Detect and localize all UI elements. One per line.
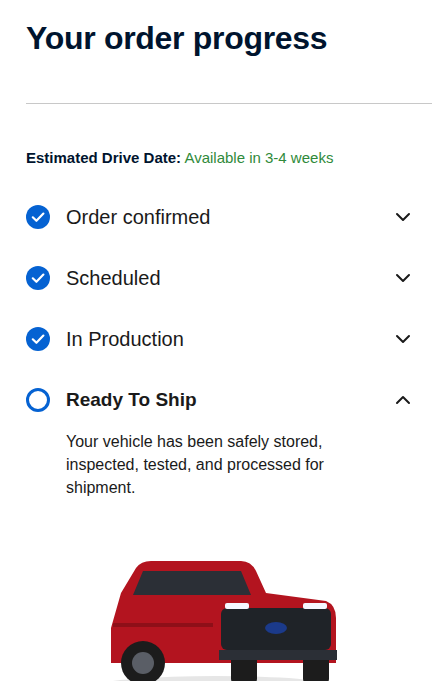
- check-circle-icon: [26, 327, 50, 351]
- truck-picture: [91, 533, 341, 681]
- chevron-down-icon[interactable]: [394, 208, 412, 226]
- estimate-label: Estimated Drive Date:: [26, 149, 181, 166]
- step-item: Order confirmed: [26, 186, 432, 247]
- divider: [26, 103, 432, 104]
- estimated-drive-date: Estimated Drive Date: Available in 3-4 w…: [26, 148, 432, 168]
- step-label: Ready To Ship: [66, 387, 378, 413]
- page-title: Your order progress: [26, 0, 432, 58]
- step-list: Order confirmed Scheduled In Production …: [26, 186, 432, 499]
- step-label: Order confirmed: [66, 204, 378, 230]
- vehicle-image: [26, 533, 432, 681]
- chevron-down-icon[interactable]: [394, 330, 412, 348]
- check-circle-icon: [26, 205, 50, 229]
- step-label: In Production: [66, 326, 378, 352]
- step-item: Ready To Ship Your vehicle has been safe…: [26, 369, 432, 499]
- estimate-value: Available in 3-4 weeks: [184, 149, 333, 166]
- check-circle-icon: [26, 266, 50, 290]
- step-item: Scheduled: [26, 247, 432, 308]
- step-item: In Production: [26, 308, 432, 369]
- step-header[interactable]: Scheduled: [26, 247, 432, 308]
- step-description: Your vehicle has been safely stored, ins…: [26, 430, 366, 499]
- step-header[interactable]: In Production: [26, 308, 432, 369]
- chevron-up-icon[interactable]: [394, 391, 412, 409]
- step-label: Scheduled: [66, 265, 378, 291]
- empty-circle-icon: [26, 388, 50, 412]
- chevron-down-icon[interactable]: [394, 269, 412, 287]
- step-header[interactable]: Ready To Ship: [26, 369, 432, 430]
- order-progress-page: Your order progress Estimated Drive Date…: [0, 0, 432, 681]
- step-header[interactable]: Order confirmed: [26, 186, 432, 247]
